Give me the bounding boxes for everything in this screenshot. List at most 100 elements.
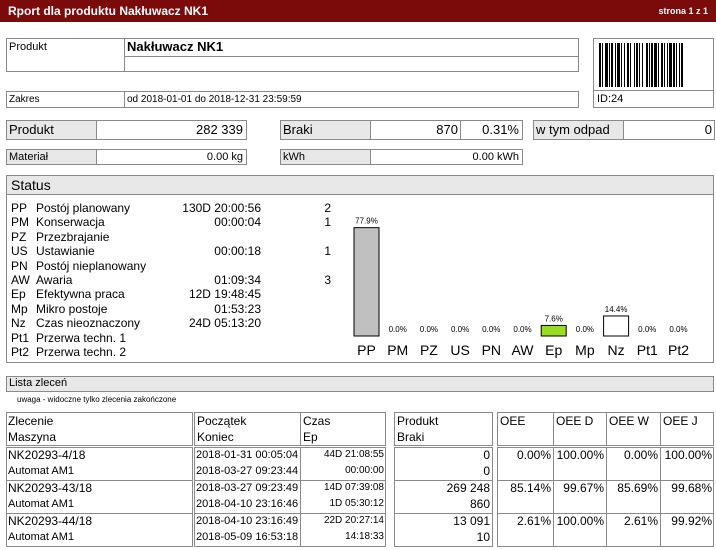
barcode-image (599, 43, 683, 87)
category-label: Mp (575, 342, 595, 358)
orders-table: Zlecenie Maszyna Początek Koniec Czas Ep… (6, 412, 714, 550)
cell-czas: 22D 20:27:14 (323, 515, 384, 526)
cell-poczatek: 2018-01-31 00:05:04 (196, 449, 299, 461)
cell-produkt: 269 248 (446, 481, 490, 495)
status-code: AW (11, 273, 30, 287)
material-value: 0.00 kg (206, 151, 243, 163)
status-name: Przerwa techn. 1 (36, 330, 127, 345)
cell-poczatek: 2018-03-27 09:23:49 (196, 482, 299, 494)
cell-poczatek: 2018-04-10 23:16:49 (196, 515, 299, 527)
cell-braki: 10 (476, 530, 490, 544)
status-code: Mp (11, 301, 28, 316)
status-count: 1 (324, 215, 331, 230)
cell-maszyna: Automat AM1 (8, 531, 75, 543)
produkt-value: 282 339 (196, 122, 243, 137)
bar-pp (353, 227, 380, 337)
product-label: Produkt (9, 41, 47, 53)
range-value: od 2018-01-01 do 2018-12-31 23:59:59 (127, 94, 302, 105)
report-title: Rport dla produktu Nakłuwacz NK1 (8, 4, 209, 18)
status-count: 3 (324, 273, 331, 287)
range-label: Zakres (9, 94, 40, 105)
category-label: Ep (545, 342, 562, 358)
cell-oee-d: 100.00% (556, 514, 604, 528)
status-code: Pt1 (11, 330, 30, 345)
bar-value-label: 0.0% (576, 325, 594, 334)
braki-value: 870 (436, 122, 458, 137)
status-code: Pt2 (11, 345, 30, 359)
category-label: US (450, 342, 469, 358)
product-name: Nakłuwacz NK1 (127, 39, 224, 54)
status-row: Pt1 Przerwa techn. 1 (11, 331, 341, 346)
status-time: 12D 19:48:45 (188, 287, 261, 302)
bar-value-label: 7.6% (545, 314, 563, 323)
bar-value-label: 14.4% (605, 305, 628, 314)
cell-maszyna: Automat AM1 (8, 498, 75, 510)
cell-oee: 0.00% (516, 448, 551, 462)
status-row: Mp Mikro postoje 01:53:23 (11, 302, 341, 317)
braki-percent: 0.31% (482, 122, 519, 137)
braki-label: Braki (283, 122, 313, 137)
orders-title: Lista zleceń (9, 377, 68, 389)
cell-oee: 85.14% (510, 481, 551, 495)
cell-ep: 00:00:00 (345, 465, 384, 476)
status-code: US (11, 244, 28, 259)
cell-oee-d: 100.00% (556, 448, 604, 462)
category-label: Pt2 (668, 342, 689, 358)
bar-value-label: 0.0% (482, 325, 500, 334)
col-poczatek: Początek (197, 414, 247, 428)
bar-value-label: 0.0% (513, 325, 531, 334)
col-produkt: Produkt (397, 414, 439, 428)
cell-koniec: 2018-03-27 09:23:44 (196, 465, 299, 477)
kwh-value: 0.00 kWh (472, 151, 519, 163)
status-time: 00:00:04 (214, 215, 261, 230)
status-row: US Ustawianie 00:00:18 1 (11, 244, 341, 259)
status-time: 01:09:34 (214, 273, 261, 287)
status-code: PM (11, 215, 29, 230)
orders-header (6, 376, 714, 392)
status-row: Ep Efektywna praca 12D 19:48:45 (11, 287, 341, 302)
category-label: PM (387, 342, 408, 358)
cell-oee-j: 100.00% (664, 448, 712, 462)
cell-zlecenie: NK20293-44/18 (8, 514, 93, 528)
status-row: Nz Czas nieoznaczony 24D 05:13:20 (11, 316, 341, 331)
page-indicator: strona 1 z 1 (658, 6, 708, 16)
bar-ep (540, 324, 567, 337)
cell-maszyna: Automat AM1 (8, 465, 75, 477)
status-row: PM Konserwacja 00:00:04 1 (11, 215, 341, 230)
odpad-value: 0 (704, 122, 712, 137)
status-row: PZ Przezbrajanie (11, 230, 341, 245)
status-name: Konserwacja (36, 215, 105, 230)
status-time: 00:00:18 (214, 244, 261, 259)
category-label: PZ (420, 342, 438, 358)
cell-produkt: 13 091 (453, 514, 490, 528)
status-code: PZ (11, 229, 27, 244)
category-label: Nz (608, 342, 625, 358)
cell-czas: 44D 21:08:55 (323, 449, 384, 460)
col-oee-w: OEE W (609, 414, 650, 428)
category-label: Pt1 (637, 342, 658, 358)
col-oee: OEE (500, 414, 526, 428)
odpad-label: w tym odpad (536, 122, 610, 137)
cell-braki: 860 (469, 497, 490, 511)
report-header: Rport dla produktu Nakłuwacz NK1 strona … (0, 0, 716, 22)
status-code: PP (11, 201, 28, 215)
kwh-label: kWh (283, 151, 305, 163)
status-name: Czas nieoznaczony (36, 316, 141, 331)
cell-ep: 14:18:33 (345, 531, 384, 542)
produkt-label: Produkt (9, 122, 54, 137)
status-time: 01:53:23 (214, 301, 261, 316)
material-label: Materiał (9, 151, 49, 163)
status-name: Postój nieplanowany (36, 258, 147, 273)
status-bar-chart: 77.9% PP 0.0% PM 0.0% PZ 0.0% US 0.0% PN 0.0% AW 7.6… (353, 217, 689, 358)
cell-produkt: 0 (483, 448, 490, 462)
cell-oee-j: 99.68% (671, 481, 712, 495)
product-id: ID:24 (597, 93, 624, 105)
status-row: Pt2 Przerwa techn. 2 (11, 345, 341, 360)
status-name: Efektywna praca (36, 287, 125, 302)
status-row: PP Postój planowany 130D 20:00:56 2 (11, 201, 341, 216)
col-maszyna: Maszyna (8, 430, 57, 444)
bar-value-label: 0.0% (420, 325, 438, 334)
cell-zlecenie: NK20293-4/18 (8, 448, 86, 462)
orders-note: uwaga - widoczne tylko zlecenia zakończo… (17, 395, 177, 404)
col-braki: Braki (397, 430, 425, 444)
